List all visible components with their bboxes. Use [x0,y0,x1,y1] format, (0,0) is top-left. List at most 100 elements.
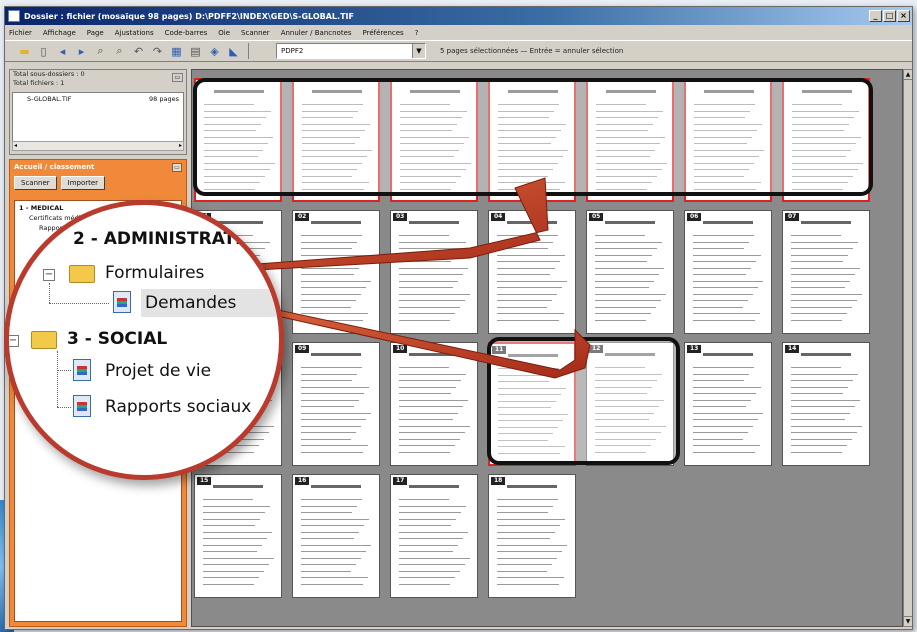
page-text-line [301,306,351,308]
page-thumbnail[interactable]: 18 [488,474,576,598]
menu-scanner[interactable]: Scanner [241,29,270,37]
page-thumbnail[interactable]: 09 [292,342,380,466]
page-thumbnail[interactable]: 15 [194,474,282,598]
collapse-icon[interactable]: − [43,269,55,281]
zoom-out-icon[interactable]: ⌕ [112,44,127,59]
document-select[interactable]: PDPF2 ▼ [276,43,426,59]
close-button[interactable]: × [897,10,910,22]
page-text-line [301,412,371,414]
page-text-line [301,531,359,533]
export-icon[interactable]: ◣ [226,44,241,59]
scroll-right-icon[interactable]: ▸ [179,142,182,150]
page-thumbnail[interactable]: 17 [390,474,478,598]
menu-annuler[interactable]: Annuler / Bancnotes [281,29,352,37]
page-text-line [693,287,758,288]
rotate-right-icon[interactable]: ↷ [150,44,165,59]
page-text-line [301,367,362,368]
page-thumbnail[interactable]: 04 [488,210,576,334]
page-thumbnail[interactable]: 14 [782,342,870,466]
tree-item-formulaires[interactable]: Formulaires [105,263,204,283]
page-text-line [301,319,363,321]
tree-line [57,351,58,407]
tree-item-administratif[interactable]: 2 - ADMINISTRATIF [73,229,253,249]
new-doc-icon[interactable]: ▯ [36,44,51,59]
chevron-down-icon[interactable]: ▼ [412,44,425,58]
page-text-line [497,300,552,301]
file-name: S-GLOBAL.TIF [27,95,72,103]
vertical-scrollbar[interactable]: ▲ ▼ [903,69,912,627]
page-thumbnail[interactable]: 16 [292,474,380,598]
back-icon[interactable]: ◂ [55,44,70,59]
menu-ajustations[interactable]: Ajustations [115,29,154,37]
page-text-line [301,313,368,314]
page-thumbnail[interactable]: 06 [684,210,772,334]
scan-icon[interactable]: ◈ [207,44,222,59]
page-text-line [399,367,449,368]
page-text-line [693,254,761,256]
grid-icon[interactable]: ▦ [169,44,184,59]
page-thumbnail[interactable]: 02 [292,210,380,334]
file-row[interactable]: S-GLOBAL.TIF 98 pages [13,93,183,105]
tree-item-projet-de-vie[interactable]: Projet de vie [105,361,211,381]
page-text-line [301,512,352,513]
page-text-line [791,445,847,446]
page-text-line [791,261,843,262]
zoom-icon[interactable]: ⌕ [93,44,108,59]
menu-fichier[interactable]: Fichier [9,29,32,37]
menu-preferences[interactable]: Préférences [363,29,404,37]
scroll-down-icon[interactable]: ▼ [904,616,912,626]
page-text-line [693,306,743,308]
page-text-line [497,570,547,572]
page-thumbnail[interactable]: 10 [390,342,478,466]
page-text-line [791,287,845,288]
page-text-line [399,261,451,262]
scroll-left-icon[interactable]: ◂ [14,142,17,150]
tree-item-demandes[interactable]: Demandes [145,293,236,313]
collapse-icon[interactable]: ▭ [172,163,182,172]
page-thumbnail[interactable]: 05 [586,210,674,334]
horizontal-scrollbar[interactable]: ◂ ▸ [12,141,184,151]
import-button[interactable]: Importer [60,176,106,190]
tree-item-rapports-sociaux[interactable]: Rapports sociaux [105,397,251,417]
open-folder-icon[interactable]: ▬ [17,44,32,59]
page-text-line [399,235,449,236]
print-icon[interactable]: ▤ [188,44,203,59]
page-text-line [595,248,657,249]
page-thumbnail[interactable]: 07 [782,210,870,334]
page-text-line [301,564,356,565]
page-text-line [301,261,364,262]
page-text-line [693,432,748,433]
menu-help[interactable]: ? [415,29,419,37]
tree-item-social[interactable]: 3 - SOCIAL [67,329,167,349]
page-number-badge: 13 [687,345,702,353]
page-text-line [301,445,368,446]
forward-icon[interactable]: ▸ [74,44,89,59]
document-select-value: PDPF2 [281,47,304,55]
page-text-line [301,551,366,552]
collapse-icon[interactable]: − [9,335,19,347]
page-text-line [399,267,468,269]
page-heading-line [507,221,557,224]
page-text-line [791,293,862,295]
page-text-line [301,373,357,375]
action-buttons: Scanner Importer [10,174,186,192]
page-number-badge: 10 [393,345,408,353]
minimize-button[interactable]: _ [869,10,882,22]
rotate-left-icon[interactable]: ↶ [131,44,146,59]
scan-button[interactable]: Scanner [14,176,57,190]
menu-affichage[interactable]: Affichage [43,29,76,37]
tree-item-medical[interactable]: 1 - MEDICAL [19,204,63,212]
maximize-button[interactable]: □ [883,10,896,22]
collapse-icon[interactable]: ▭ [172,73,183,82]
menu-page[interactable]: Page [87,29,104,37]
page-text-line [497,538,550,539]
page-text-line [497,261,560,262]
page-text-line [399,564,465,565]
page-thumbnail[interactable]: 13 [684,342,772,466]
menu-code-barres[interactable]: Code-barres [165,29,208,37]
page-text-line [595,261,647,262]
scroll-up-icon[interactable]: ▲ [904,70,912,80]
page-text-line [791,267,860,269]
page-thumbnail[interactable]: 03 [390,210,478,334]
menu-oie[interactable]: Oie [218,29,230,37]
